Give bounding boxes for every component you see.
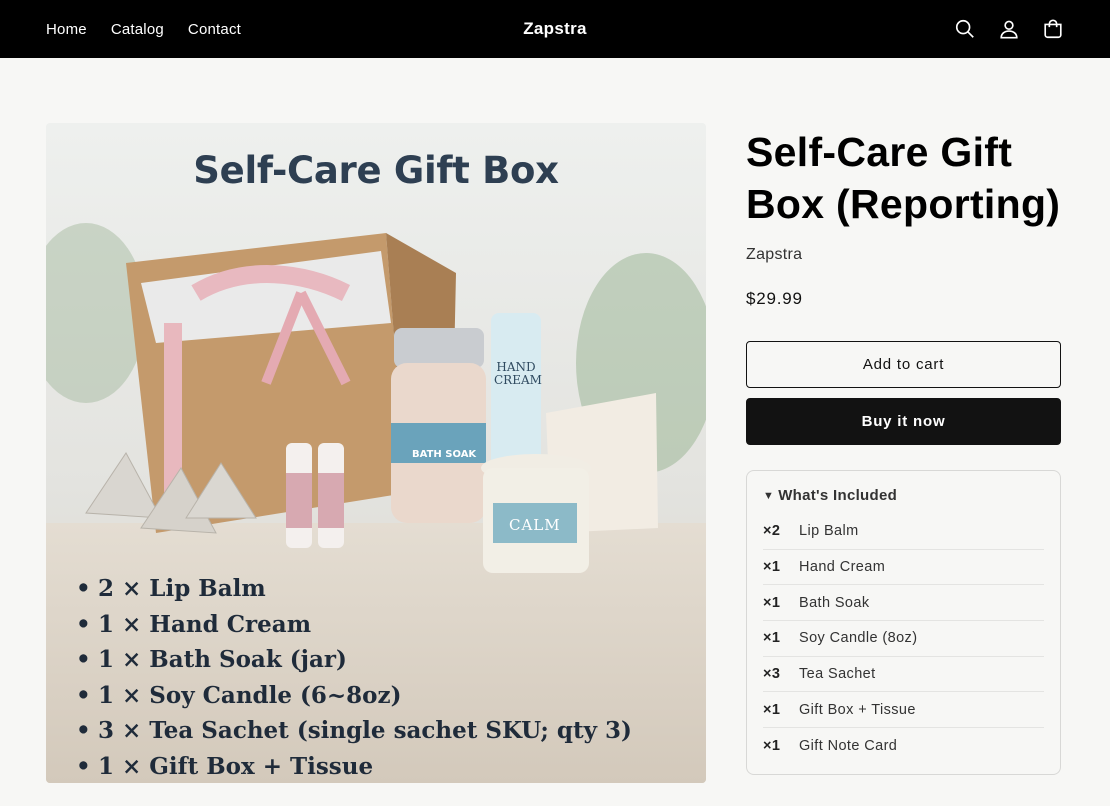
product-info: Self-Care Gift Box (Reporting) Zapstra $… — [746, 126, 1061, 775]
whats-included-heading: What's Included — [778, 487, 898, 504]
image-bullet: 1 × Hand Cream — [76, 607, 632, 643]
product-title: Self-Care Gift Box (Reporting) — [746, 129, 1061, 227]
jar-label: BATH SOAK — [412, 449, 477, 460]
included-item: ×1 Gift Note Card — [763, 728, 1044, 764]
item-qty: ×1 — [763, 559, 781, 576]
item-qty: ×3 — [763, 666, 781, 683]
whats-included-panel: ▼ What's Included ×2 Lip Balm ×1 Hand Crea… — [746, 470, 1061, 775]
item-qty: ×1 — [763, 594, 781, 611]
product-price: $29.99 — [746, 289, 803, 308]
item-qty: ×1 — [763, 701, 781, 718]
product-image[interactable]: Self-Care Gift Box BATH SOAK HAND CREAM … — [46, 123, 706, 783]
add-to-cart-button[interactable]: Add to cart — [746, 341, 1061, 388]
tube-label: HAND CREAM — [494, 360, 542, 387]
search-icon[interactable] — [954, 18, 976, 40]
site-header: Home Catalog Contact Zapstra — [0, 0, 1110, 58]
included-item: ×2 Lip Balm — [763, 514, 1044, 550]
caret-down-icon: ▼ — [763, 489, 775, 502]
image-title: Self-Care Gift Box — [193, 149, 559, 192]
whats-included-toggle[interactable]: ▼ What's Included — [763, 487, 1044, 504]
item-name: Lip Balm — [799, 523, 859, 540]
included-item: ×1 Soy Candle (8oz) — [763, 621, 1044, 657]
image-bullets: 2 × Lip Balm 1 × Hand Cream 1 × Bath Soa… — [76, 571, 632, 783]
cart-icon[interactable] — [1042, 18, 1064, 40]
account-icon[interactable] — [998, 18, 1020, 40]
nav-home-link[interactable]: Home — [46, 21, 87, 38]
item-name: Hand Cream — [799, 559, 886, 576]
nav-catalog-link[interactable]: Catalog — [111, 21, 164, 38]
item-name: Gift Box + Tissue — [799, 701, 916, 718]
image-bullet: 1 × Bath Soak (jar) — [76, 642, 632, 678]
image-bullet: 1 × Soy Candle (6~8oz) — [76, 678, 632, 714]
included-item: ×1 Bath Soak — [763, 585, 1044, 622]
candle-label: CALM — [509, 516, 561, 534]
header-icons — [954, 0, 1064, 58]
brand-logo[interactable]: Zapstra — [523, 19, 587, 39]
product-vendor: Zapstra — [746, 246, 803, 263]
included-item: ×3 Tea Sachet — [763, 657, 1044, 693]
item-name: Soy Candle (8oz) — [799, 630, 918, 647]
item-name: Tea Sachet — [799, 666, 876, 683]
image-bullet: 3 × Tea Sachet (single sachet SKU; qty 3… — [76, 713, 632, 749]
item-name: Gift Note Card — [799, 737, 898, 754]
nav-contact-link[interactable]: Contact — [188, 21, 241, 38]
included-list: ×2 Lip Balm ×1 Hand Cream ×1 Bath Soak ×1 So… — [763, 514, 1044, 764]
image-bullet: 1 × Gift Box + Tissue — [76, 749, 632, 784]
main-nav: Home Catalog Contact — [46, 0, 241, 58]
item-qty: ×2 — [763, 523, 781, 540]
item-name: Bath Soak — [799, 594, 870, 611]
included-item: ×1 Gift Box + Tissue — [763, 692, 1044, 729]
image-bullet: 2 × Lip Balm — [76, 571, 632, 607]
item-qty: ×1 — [763, 737, 781, 754]
included-item: ×1 Hand Cream — [763, 550, 1044, 586]
buy-now-button[interactable]: Buy it now — [746, 398, 1061, 445]
item-qty: ×1 — [763, 630, 781, 647]
